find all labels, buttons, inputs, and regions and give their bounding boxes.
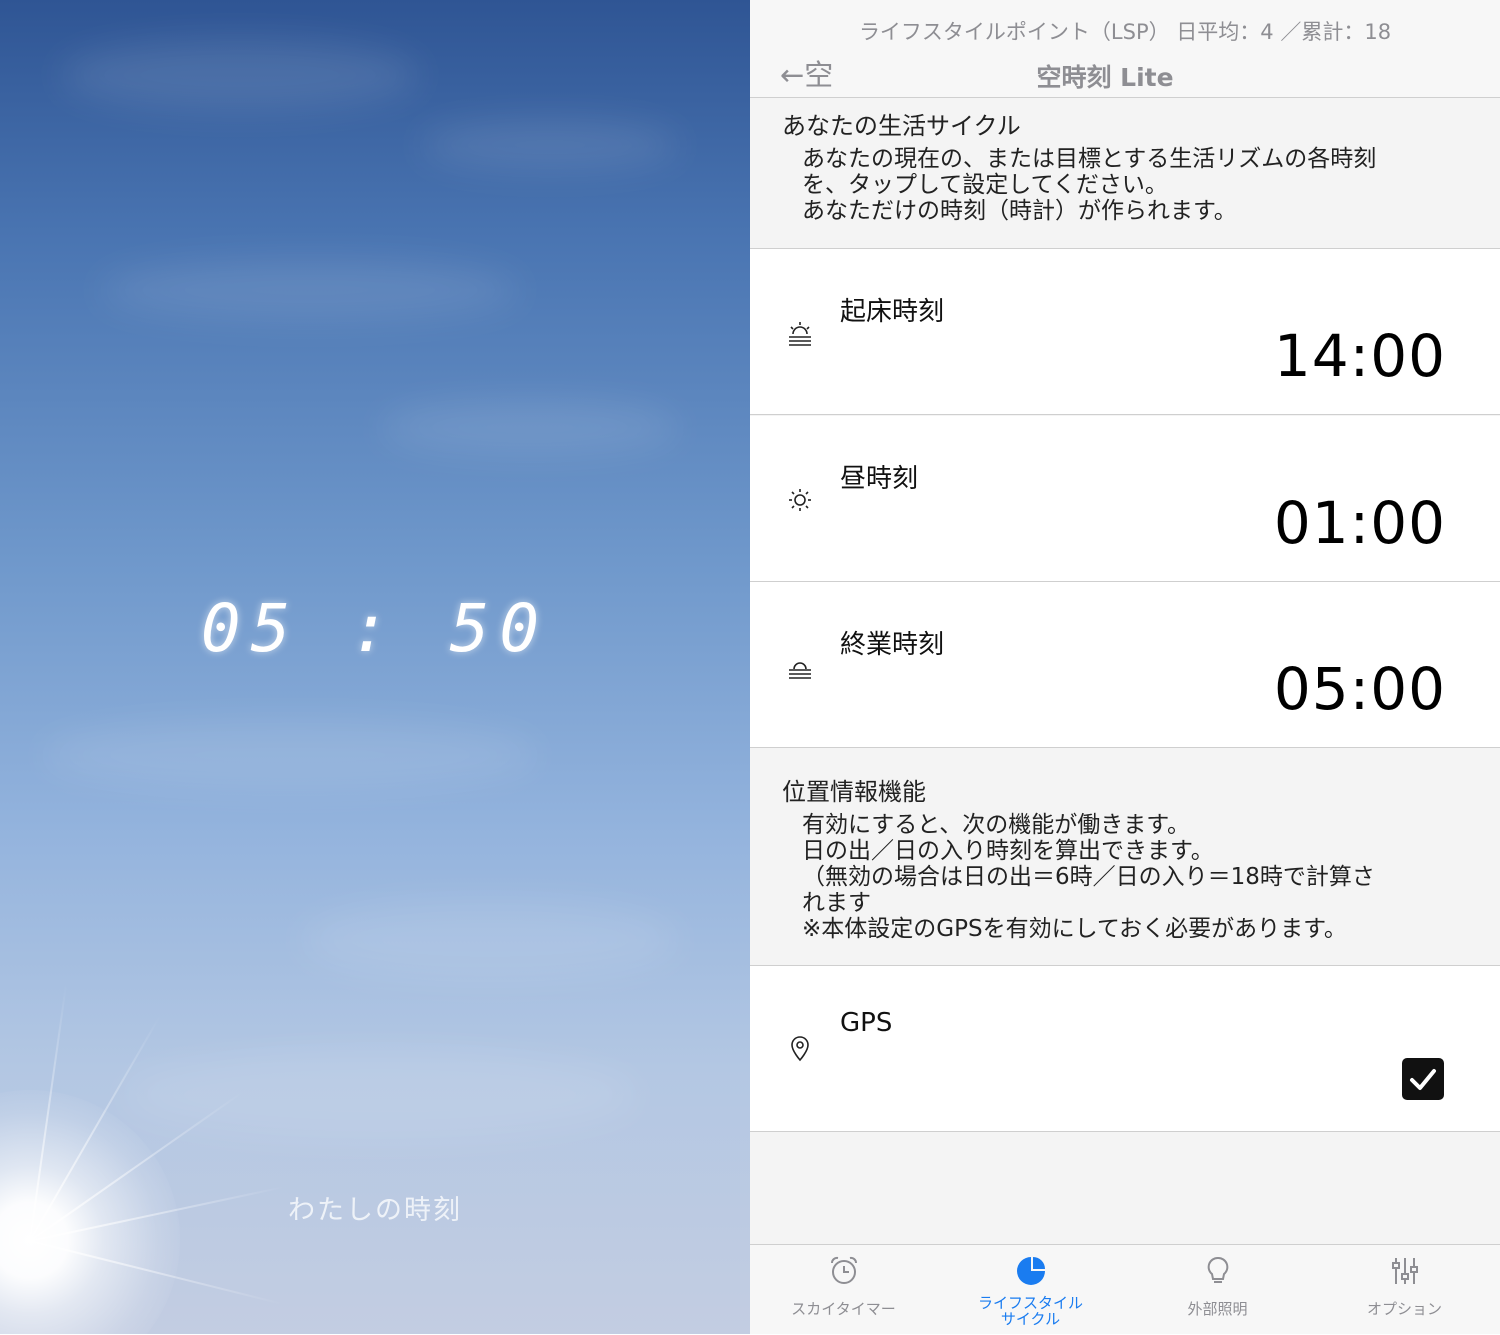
pie-chart-icon bbox=[1017, 1257, 1045, 1285]
cloud bbox=[120, 1050, 640, 1140]
cloud bbox=[100, 260, 520, 320]
navigation-bar: ライフスタイルポイント（LSP） 日平均：4 ／累計：18 ←空 空時刻 Lit… bbox=[750, 0, 1500, 98]
sky-clock-time: 05 : 50 bbox=[200, 590, 550, 667]
cloud bbox=[380, 400, 680, 455]
noon-time-row[interactable]: 昼時刻 01:00 bbox=[750, 416, 1500, 582]
row-label: 終業時刻 bbox=[840, 630, 945, 660]
tab-lifestyle-cycle[interactable]: ライフスタイル サイクル bbox=[937, 1245, 1124, 1335]
description-line: あなたの現在の、または目標とする生活リズムの各時刻 bbox=[802, 146, 1377, 172]
cycle-section-header: あなたの生活サイクル あなたの現在の、または目標とする生活リズムの各時刻 を、タ… bbox=[750, 98, 1500, 249]
cloud bbox=[420, 120, 680, 170]
tab-label: 外部照明 bbox=[1187, 1300, 1248, 1318]
checkmark-icon bbox=[1410, 1069, 1436, 1090]
description-line: 有効にすると、次の機能が働きます。 bbox=[802, 812, 1191, 838]
page-title: 空時刻 Lite bbox=[1036, 63, 1174, 92]
tab-label: スカイタイマー bbox=[791, 1300, 896, 1318]
sunset-icon bbox=[789, 662, 811, 679]
row-time-value: 01:00 bbox=[1273, 489, 1446, 557]
description-line: あなただけの時刻（時計）が作られます。 bbox=[802, 198, 1237, 224]
row-label: 昼時刻 bbox=[840, 464, 919, 494]
description-line: を、タップして設定してください。 bbox=[802, 172, 1168, 198]
description-line: 日の出／日の入り時刻を算出できます。 bbox=[802, 838, 1214, 864]
section-title: 位置情報機能 bbox=[782, 778, 926, 806]
description-line: ※本体設定のGPSを有効にしておく必要があります。 bbox=[802, 916, 1347, 942]
sliders-icon bbox=[1392, 1258, 1418, 1284]
tab-label: ライフスタイル サイクル bbox=[937, 1295, 1124, 1327]
tab-label: オプション bbox=[1366, 1300, 1442, 1318]
section-description: あなたの現在の、または目標とする生活リズムの各時刻 を、タップして設定してくださ… bbox=[802, 146, 1460, 224]
cloud bbox=[40, 720, 540, 790]
lsp-status: ライフスタイルポイント（LSP） 日平均：4 ／累計：18 bbox=[858, 20, 1392, 44]
row-time-value: 14:00 bbox=[1273, 322, 1446, 390]
sky-clock-caption: わたしの時刻 bbox=[288, 1195, 462, 1226]
tab-options[interactable]: オプション bbox=[1311, 1245, 1498, 1335]
tab-sky-timer[interactable]: スカイタイマー bbox=[750, 1245, 937, 1335]
row-label: GPS bbox=[840, 1008, 893, 1038]
section-title: あなたの生活サイクル bbox=[782, 112, 1021, 140]
tab-label-line: サイクル bbox=[1000, 1310, 1061, 1328]
gps-checkbox[interactable] bbox=[1402, 1058, 1444, 1100]
tab-bar: スカイタイマー ライフスタイル サイクル 外部照明 オプション bbox=[750, 1244, 1500, 1334]
row-label: 起床時刻 bbox=[840, 297, 945, 327]
tab-label-line: ライフスタイル bbox=[977, 1294, 1083, 1312]
cloud bbox=[60, 40, 420, 110]
gps-row[interactable]: GPS bbox=[750, 966, 1500, 1132]
section-description: 有効にすると、次の機能が働きます。 日の出／日の入り時刻を算出できます。 （無効… bbox=[802, 812, 1460, 942]
location-section-header: 位置情報機能 有効にすると、次の機能が働きます。 日の出／日の入り時刻を算出でき… bbox=[750, 748, 1500, 966]
sky-clock-screen: 05 : 50 わたしの時刻 bbox=[0, 0, 750, 1334]
sun-icon bbox=[789, 489, 811, 511]
wake-time-row[interactable]: 起床時刻 14:00 bbox=[750, 249, 1500, 415]
alarm-clock-icon bbox=[831, 1256, 857, 1284]
description-line: （無効の場合は日の出＝6時／日の入り＝18時で計算さ bbox=[802, 864, 1375, 890]
tab-external-lighting[interactable]: 外部照明 bbox=[1124, 1245, 1311, 1335]
lifestyle-cycle-screen: ライフスタイルポイント（LSP） 日平均：4 ／累計：18 ←空 空時刻 Lit… bbox=[750, 0, 1500, 1334]
location-pin-icon bbox=[791, 1036, 809, 1062]
sunrise-icon bbox=[789, 322, 811, 346]
description-line: れます bbox=[802, 890, 871, 916]
lightbulb-icon bbox=[1207, 1256, 1229, 1283]
row-time-value: 05:00 bbox=[1273, 655, 1446, 723]
work-end-time-row[interactable]: 終業時刻 05:00 bbox=[750, 582, 1500, 748]
cloud bbox=[300, 900, 680, 980]
